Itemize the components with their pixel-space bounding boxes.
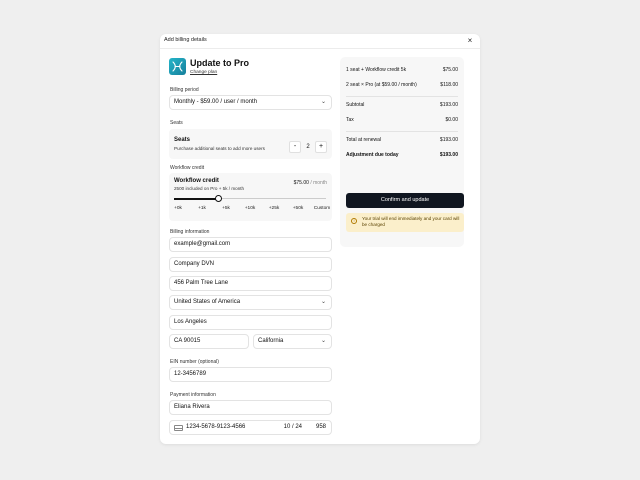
ein-field[interactable]: 12-3456789 xyxy=(169,367,332,382)
state-select[interactable]: California ⌄ xyxy=(253,334,332,349)
state-value: California xyxy=(258,338,284,344)
card-input[interactable]: 1234-5678-9123-4566 10 / 24 958 xyxy=(169,420,332,435)
workflow-price: $75.00 / month xyxy=(294,180,327,186)
country-select[interactable]: United States of America ⌄ xyxy=(169,295,332,310)
card-number-value: 1234-5678-9123-4566 xyxy=(186,424,246,430)
seats-increment-button[interactable]: + xyxy=(315,140,327,153)
slider-tick-label[interactable]: +0k xyxy=(174,206,182,211)
country-value: United States of America xyxy=(174,299,241,305)
billing-form: Update to Pro Change plan Billing period… xyxy=(160,49,340,444)
zip-field[interactable]: CA 90015 xyxy=(169,334,249,349)
billing-info-label: Billing information xyxy=(170,229,210,235)
workflow-title: Workflow credit xyxy=(174,178,219,184)
modal-header: Add billing details × xyxy=(160,34,480,49)
trial-warning-banner: ! Your trial will end immediately and yo… xyxy=(346,213,464,232)
card-expiry-value: 10 / 24 xyxy=(283,424,302,430)
company-field[interactable]: Company DVN xyxy=(169,257,332,272)
close-button[interactable]: × xyxy=(465,36,475,46)
slider-ticks: +0k +1k +5k +10k +25k +50k Custom xyxy=(169,206,332,214)
billing-period-value: Monthly - $59.00 / user / month xyxy=(174,99,258,105)
trial-warning-text: Your trial will end immediately and your… xyxy=(362,216,460,227)
workflow-credit-slider[interactable] xyxy=(174,195,326,202)
slider-tick-label[interactable]: +25k xyxy=(269,206,280,211)
billing-period-label: Billing period xyxy=(170,87,199,93)
seats-title: Seats xyxy=(174,137,191,143)
slider-tick-label[interactable]: +1k xyxy=(198,206,206,211)
chevron-down-icon: ⌄ xyxy=(320,99,326,105)
email-field[interactable]: example@gmail.com xyxy=(169,237,332,252)
seats-section-label: Seats xyxy=(170,120,183,126)
slider-fill xyxy=(174,197,219,200)
modal-title: Add billing details xyxy=(164,37,207,43)
seats-value: 2 xyxy=(306,143,310,150)
plan-title: Update to Pro xyxy=(190,58,250,68)
seats-stepper: - 2 + xyxy=(289,140,327,153)
warning-icon: ! xyxy=(351,218,357,224)
city-field[interactable]: Los Angeles xyxy=(169,315,332,330)
slider-tick-label[interactable]: Custom xyxy=(314,206,331,211)
address-field[interactable]: 456 Palm Tree Lane xyxy=(169,276,332,291)
slider-tick-label[interactable]: +10k xyxy=(245,206,256,211)
summary-actions: Confirm and update ! Your trial will end… xyxy=(340,49,464,249)
seats-description: Purchase additional seats to add more us… xyxy=(174,146,265,151)
slider-tick-label[interactable]: +5k xyxy=(222,206,230,211)
seats-card: Seats Purchase additional seats to add m… xyxy=(169,129,332,159)
workflow-description: 2500 included on Pro + 5k / month xyxy=(174,186,245,191)
payment-info-label: Payment information xyxy=(170,392,216,398)
cardholder-name-field[interactable]: Eliana Rivera xyxy=(169,400,332,415)
workflow-credit-card: Workflow credit 2500 included on Pro + 5… xyxy=(169,173,332,221)
chevron-down-icon: ⌄ xyxy=(320,299,326,305)
workflow-section-label: Workflow credit xyxy=(170,165,205,171)
billing-period-select[interactable]: Monthly - $59.00 / user / month ⌄ xyxy=(169,95,332,110)
workflow-price-unit: / month xyxy=(310,180,327,186)
confirm-update-button[interactable]: Confirm and update xyxy=(346,193,464,208)
card-cvc-value: 958 xyxy=(315,424,326,430)
app-logo-icon xyxy=(169,58,186,75)
billing-modal: Add billing details × Update to Pro Chan… xyxy=(160,34,480,444)
ein-label: EIN number (optional) xyxy=(170,359,219,365)
seats-decrement-button[interactable]: - xyxy=(289,140,301,153)
chevron-down-icon: ⌄ xyxy=(320,338,326,344)
credit-card-icon xyxy=(174,425,183,431)
workflow-price-amount: $75.00 xyxy=(293,180,309,186)
change-plan-link[interactable]: Change plan xyxy=(190,70,217,75)
slider-handle[interactable] xyxy=(214,195,222,202)
slider-tick-label[interactable]: +50k xyxy=(293,206,304,211)
